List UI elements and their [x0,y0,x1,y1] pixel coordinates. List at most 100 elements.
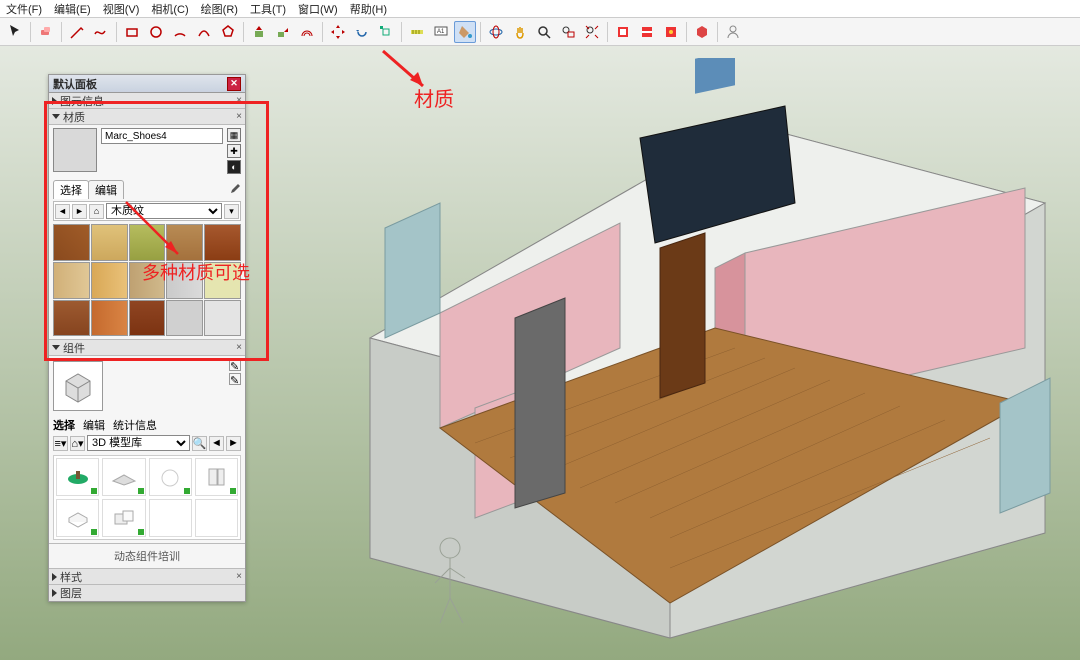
component-flag2-icon[interactable]: ✎ [229,373,241,385]
dynamic-components-link[interactable]: 动态组件培训 [49,544,245,569]
text-tool[interactable]: A1 [430,21,452,43]
component-flag-icon[interactable]: ✎ [229,359,241,371]
zoom-window-tool[interactable] [557,21,579,43]
menu-file[interactable]: 文件(F) [0,1,48,17]
section-tool[interactable] [612,21,634,43]
component-item[interactable] [102,499,145,537]
comp-home-icon[interactable]: ⌂▾ [70,436,85,451]
close-section-icon[interactable]: × [236,111,242,122]
default-material-icon[interactable]: ▦ [227,128,241,142]
comp-nav-back-icon[interactable]: ◄ [209,436,224,451]
menu-camera[interactable]: 相机(C) [145,1,194,17]
nav-back-icon[interactable]: ◄ [55,204,70,219]
model-viewport[interactable] [275,58,1065,648]
tape-tool[interactable] [406,21,428,43]
material-thumb[interactable] [204,300,241,337]
material-thumb[interactable] [166,300,203,337]
offset-tool[interactable] [296,21,318,43]
signin-button[interactable] [722,21,744,43]
material-category-select[interactable]: 木质纹 [106,203,222,219]
component-library-select[interactable]: 3D 模型库 [87,435,190,451]
component-item[interactable] [195,458,238,496]
material-thumb[interactable] [204,224,241,261]
nav-home-icon[interactable]: ⌂ [89,204,104,219]
sample-material-icon[interactable]: ◐ [227,160,241,174]
eyedropper-icon[interactable] [227,183,241,197]
line-tool[interactable] [66,21,88,43]
move-tool[interactable] [327,21,349,43]
scale-tool[interactable] [375,21,397,43]
extension-tool[interactable] [691,21,713,43]
material-thumb[interactable] [91,300,128,337]
material-thumb[interactable] [204,262,241,299]
comp-search-icon[interactable]: 🔍 [192,436,207,451]
zoom-tool[interactable] [533,21,555,43]
components-edit-tab[interactable]: 编辑 [83,417,105,433]
menu-help[interactable]: 帮助(H) [344,1,393,17]
component-item[interactable] [56,499,99,537]
comp-menu-icon[interactable]: ≡▾ [53,436,68,451]
separator [686,22,687,42]
material-thumb[interactable] [129,300,166,337]
section-fill-tool[interactable] [660,21,682,43]
section-display-tool[interactable] [636,21,658,43]
create-material-icon[interactable]: ✚ [227,144,241,158]
material-thumb[interactable] [129,224,166,261]
eraser-tool[interactable] [35,21,57,43]
close-section-icon[interactable]: × [236,571,242,582]
menu-edit[interactable]: 编辑(E) [48,1,97,17]
followme-tool[interactable] [272,21,294,43]
comp-nav-fwd-icon[interactable]: ► [226,436,241,451]
materials-header[interactable]: 材质 × [49,109,245,125]
zoom-extents-tool[interactable] [581,21,603,43]
material-thumb[interactable] [91,262,128,299]
material-thumb[interactable] [91,224,128,261]
pan-tool[interactable] [509,21,531,43]
expand-icon [52,114,60,119]
materials-select-tab[interactable]: 选择 [53,180,89,199]
collapse-icon [52,97,57,105]
material-thumb[interactable] [53,262,90,299]
polygon-tool[interactable] [217,21,239,43]
menu-tools[interactable]: 工具(T) [244,1,292,17]
components-stats-tab[interactable]: 统计信息 [113,417,157,433]
styles-header[interactable]: 样式 × [49,569,245,585]
freehand-tool[interactable] [90,21,112,43]
component-item[interactable] [195,499,238,537]
close-section-icon[interactable]: × [236,95,242,106]
component-item[interactable] [56,458,99,496]
tray-titlebar[interactable]: 默认面板 ✕ [49,75,245,93]
nav-fwd-icon[interactable]: ► [72,204,87,219]
arc2-tool[interactable] [193,21,215,43]
menu-window[interactable]: 窗口(W) [292,1,344,17]
components-header[interactable]: 组件 × [49,340,245,356]
material-thumb[interactable] [166,224,203,261]
component-item[interactable] [102,458,145,496]
entity-info-header[interactable]: 图元信息 × [49,93,245,109]
pushpull-tool[interactable] [248,21,270,43]
paint-bucket-tool[interactable] [454,21,476,43]
component-item[interactable] [149,499,192,537]
components-select-tab[interactable]: 选择 [53,417,75,433]
close-icon[interactable]: ✕ [227,77,241,91]
layers-header[interactable]: 图层 [49,585,245,601]
material-thumb[interactable] [129,262,166,299]
rotate-tool[interactable] [351,21,373,43]
material-thumb[interactable] [53,300,90,337]
material-thumb[interactable] [166,262,203,299]
arc-tool[interactable] [169,21,191,43]
menu-view[interactable]: 视图(V) [97,1,146,17]
select-tool[interactable] [4,21,26,43]
component-item[interactable] [149,458,192,496]
materials-edit-tab[interactable]: 编辑 [88,180,124,199]
close-section-icon[interactable]: × [236,342,242,353]
circle-tool[interactable] [145,21,167,43]
orbit-tool[interactable] [485,21,507,43]
library-menu-icon[interactable]: ▾ [224,204,239,219]
material-thumb[interactable] [53,224,90,261]
materials-nav-bar: ◄ ► ⌂ 木质纹 ▾ [53,201,241,221]
rectangle-tool[interactable] [121,21,143,43]
material-name-input[interactable] [101,128,223,144]
menu-draw[interactable]: 绘图(R) [195,1,244,17]
current-material-swatch[interactable] [53,128,97,172]
